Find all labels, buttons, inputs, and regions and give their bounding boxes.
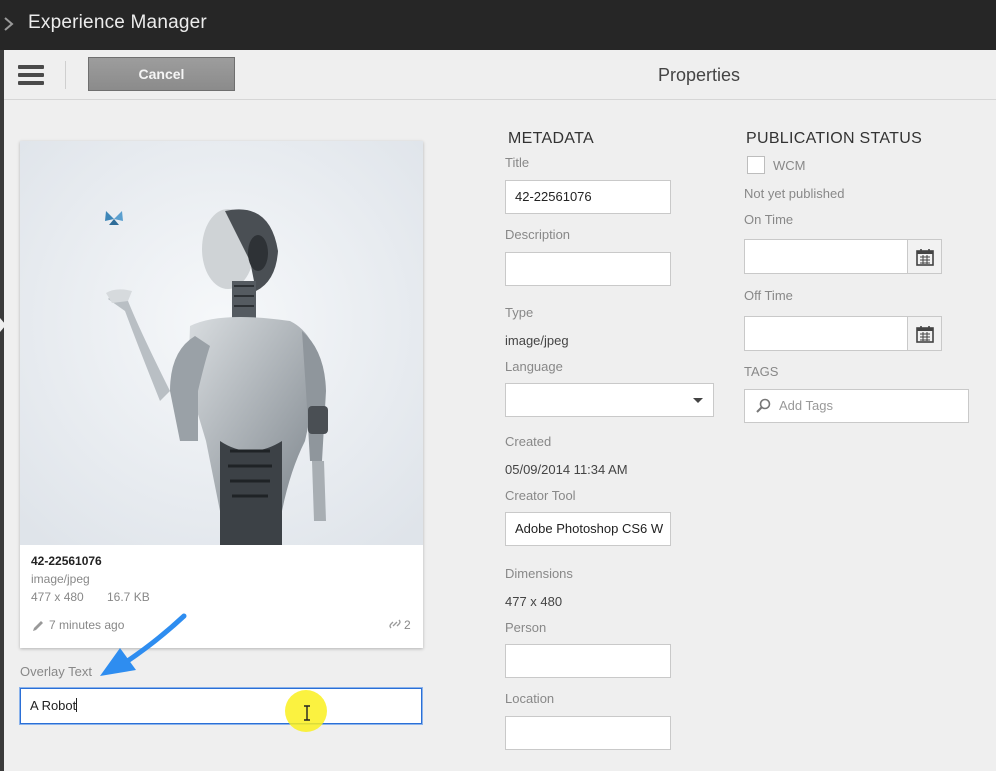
asset-mime: image/jpeg — [31, 572, 90, 586]
app-header: Experience Manager — [0, 0, 996, 50]
asset-name: 42-22561076 — [31, 554, 102, 568]
wcm-label: WCM — [773, 158, 806, 173]
publication-status-heading: PUBLICATION STATUS — [746, 130, 923, 147]
on-time-field[interactable] — [744, 239, 909, 274]
annotation-arrow-icon — [100, 613, 187, 676]
off-time-label: Off Time — [744, 288, 793, 303]
off-time-field[interactable] — [744, 316, 909, 351]
text-cursor-icon — [304, 705, 310, 721]
off-time-calendar-button[interactable] — [907, 316, 942, 351]
page-title: Properties — [658, 65, 741, 85]
metadata-heading: METADATA — [508, 130, 594, 147]
pencil-icon — [33, 621, 43, 631]
search-icon — [756, 398, 771, 413]
creator-tool-label: Creator Tool — [505, 488, 576, 503]
hamburger-menu-icon[interactable] — [18, 63, 46, 87]
created-label: Created — [505, 434, 552, 449]
toolbar: Cancel Properties — [4, 50, 996, 100]
calendar-icon — [916, 326, 934, 343]
location-field[interactable] — [505, 716, 671, 750]
tags-label: TAGS — [744, 364, 779, 379]
cancel-button[interactable]: Cancel — [88, 57, 235, 91]
toolbar-divider — [65, 61, 66, 89]
overlay-text-input[interactable]: A Robot — [20, 688, 422, 724]
person-label: Person — [505, 620, 547, 635]
on-time-label: On Time — [744, 212, 794, 227]
tags-input[interactable]: Add Tags — [744, 389, 969, 423]
language-label: Language — [505, 359, 563, 374]
left-rail — [0, 50, 4, 771]
description-field[interactable] — [505, 252, 671, 286]
app-title: Experience Manager — [28, 12, 207, 33]
text-caret — [76, 698, 78, 712]
created-value: 05/09/2014 11:34 AM — [505, 462, 628, 477]
rail-notch — [0, 318, 6, 332]
asset-dimensions: 477 x 480 — [31, 590, 84, 604]
description-label: Description — [505, 227, 571, 242]
link-icon — [389, 619, 401, 629]
overlay-text-label: Overlay Text — [20, 664, 93, 679]
overlay-text-value: A Robot — [30, 698, 77, 713]
on-time-calendar-button[interactable] — [907, 239, 942, 274]
asset-file-size: 16.7 KB — [107, 590, 150, 604]
chevron-down-icon — [693, 398, 703, 403]
publish-status-text: Not yet published — [744, 186, 845, 201]
dimensions-label: Dimensions — [505, 566, 573, 581]
tags-placeholder: Add Tags — [779, 398, 833, 413]
language-select[interactable] — [505, 383, 714, 417]
title-field[interactable]: 42-22561076 — [505, 180, 671, 214]
type-label: Type — [505, 305, 534, 320]
calendar-icon — [916, 249, 934, 266]
chevron-right-icon[interactable] — [2, 14, 16, 34]
asset-card[interactable]: 42-22561076 image/jpeg 477 x 480 16.7 KB… — [20, 141, 423, 648]
asset-thumbnail — [20, 141, 423, 545]
wcm-checkbox[interactable] — [747, 156, 765, 174]
asset-link-count: 2 — [404, 618, 411, 632]
title-label: Title — [505, 155, 530, 170]
person-field[interactable] — [505, 644, 671, 678]
dimensions-value: 477 x 480 — [505, 594, 563, 609]
creator-tool-field[interactable]: Adobe Photoshop CS6 W — [505, 512, 671, 546]
type-value: image/jpeg — [505, 333, 569, 348]
location-label: Location — [505, 691, 555, 706]
